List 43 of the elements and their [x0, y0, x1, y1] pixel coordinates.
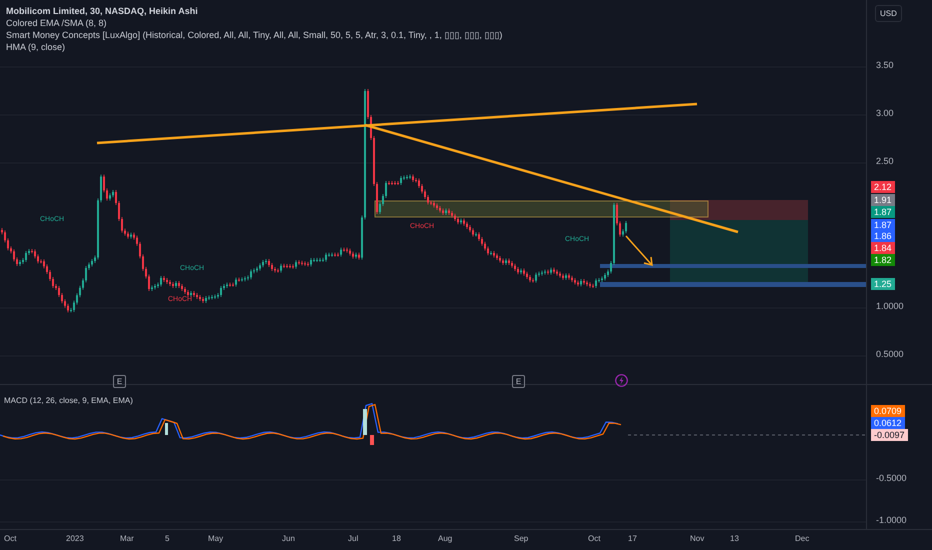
price-tick: 1.0000 [876, 301, 904, 311]
price-badge: 1.25 [871, 278, 895, 290]
price-badge: 1.84 [871, 242, 895, 254]
time-tick: Dec [795, 534, 810, 543]
time-tick: Jul [348, 534, 358, 543]
time-tick: 13 [730, 534, 739, 543]
currency-button[interactable]: USD [875, 5, 902, 22]
time-tick: Oct [4, 534, 16, 543]
time-tick: 2023 [66, 534, 84, 543]
macd-tick: -1.0000 [876, 515, 907, 525]
time-tick: 18 [392, 534, 401, 543]
macd-tick: -0.5000 [876, 473, 907, 483]
price-badge: 1.91 [871, 194, 895, 206]
macd-badge: 0.0612 [871, 417, 905, 429]
time-tick: Mar [120, 534, 134, 543]
macd-badge: -0.0097 [871, 429, 908, 441]
time-tick: 5 [165, 534, 170, 543]
macd-badge: 0.0709 [871, 405, 905, 417]
earnings-marker[interactable]: E [512, 375, 525, 388]
time-tick: May [208, 534, 224, 543]
lightning-icon[interactable] [615, 374, 628, 387]
price-tick: 2.50 [876, 156, 894, 166]
down-arrow [625, 236, 653, 266]
price-tick: 3.50 [876, 60, 894, 70]
macd-label[interactable]: MACD (12, 26, close, 9, EMA, EMA) [4, 396, 133, 405]
time-tick: Jun [282, 534, 295, 543]
symbol-title: Mobilicom Limited, 30, NASDAQ, Heikin Ashi [6, 5, 199, 17]
indicator-label[interactable]: Colored EMA /SMA (8, 8) [6, 17, 502, 29]
time-tick: Sep [514, 534, 528, 543]
time-tick: Nov [690, 534, 704, 543]
time-tick: Oct [588, 534, 600, 543]
price-badge: 2.12 [871, 181, 895, 193]
price-tick: 0.5000 [876, 349, 904, 359]
price-badge: 1.86 [871, 230, 895, 242]
price-tick: 3.00 [876, 108, 894, 118]
time-tick: Aug [438, 534, 452, 543]
time-tick: 17 [628, 534, 637, 543]
price-badge: 1.82 [871, 254, 895, 266]
price-badge: 1.87 [871, 219, 895, 231]
earnings-marker[interactable]: E [113, 375, 126, 388]
indicator-label[interactable]: HMA (9, close) [6, 41, 502, 53]
price-badge: 1.87 [871, 206, 895, 218]
indicator-label[interactable]: Smart Money Concepts [LuxAlgo] (Historical, Colored, All, All, Tiny, All, All, Small, 50, 5, 5, Atr, 3, 0.1, Tiny, , 1, ▯▯▯, ▯▯▯, ▯▯▯) [6, 29, 502, 41]
